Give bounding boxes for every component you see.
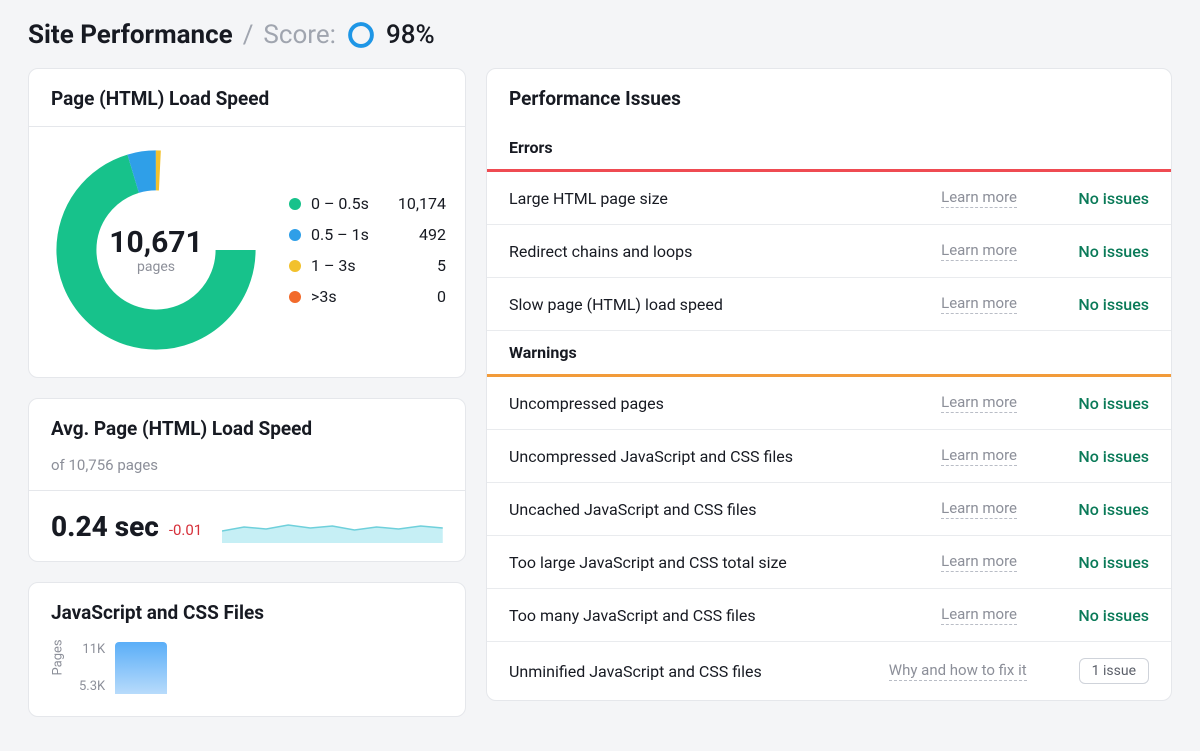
learn-more-link[interactable]: Learn more [941,605,1017,625]
card-jscss-title: JavaScript and CSS Files [51,601,443,624]
legend-label: 0.5 – 1s [311,225,386,244]
legend-value: 0 [396,287,446,306]
issue-name: Redirect chains and loops [509,242,929,261]
legend-label: 1 – 3s [311,256,386,275]
issue-row[interactable]: Large HTML page size Learn more No issue… [487,172,1171,225]
legend-value: 10,174 [396,194,446,213]
issue-name: Too many JavaScript and CSS files [509,606,929,625]
yaxis-tick: 11K [82,642,105,657]
score-ring-icon [346,20,376,50]
score-label: Score: [263,20,336,50]
legend-item[interactable]: >3s 0 [289,287,446,306]
issue-row[interactable]: Too large JavaScript and CSS total size … [487,536,1171,589]
breadcrumb-sep: / [243,20,254,50]
issue-status: No issues [1069,500,1149,519]
learn-more-link[interactable]: Learn more [941,241,1017,261]
legend-item[interactable]: 0 – 0.5s 10,174 [289,194,446,213]
donut-chart: 10,671 pages [51,145,261,355]
legend-item[interactable]: 1 – 3s 5 [289,256,446,275]
issue-row[interactable]: Uncompressed JavaScript and CSS files Le… [487,430,1171,483]
card-avg-title: Avg. Page (HTML) Load Speed [51,417,443,440]
why-fix-link[interactable]: Why and how to fix it [889,661,1027,681]
learn-more-link[interactable]: Learn more [941,188,1017,208]
issues-errors-heading: Errors [487,126,1171,172]
learn-more-link[interactable]: Learn more [941,499,1017,519]
issue-name: Uncompressed JavaScript and CSS files [509,447,929,466]
donut-total: 10,671 [109,226,202,259]
legend-dot-icon [289,198,301,210]
page-title: Site Performance [28,20,233,50]
issue-row[interactable]: Slow page (HTML) load speed Learn more N… [487,278,1171,331]
issue-status: No issues [1069,295,1149,314]
card-avg-load-speed: Avg. Page (HTML) Load Speed of 10,756 pa… [28,398,466,562]
page-header: Site Performance / Score: 98% [28,20,1172,50]
issue-name: Uncached JavaScript and CSS files [509,500,929,519]
issue-count-badge[interactable]: 1 issue [1079,658,1149,684]
card-issues-title: Performance Issues [509,87,1149,110]
card-performance-issues: Performance Issues Errors Large HTML pag… [486,68,1172,701]
issue-status: No issues [1069,394,1149,413]
learn-more-link[interactable]: Learn more [941,552,1017,572]
legend-label: >3s [311,287,386,306]
issue-name: Uncompressed pages [509,394,929,413]
card-load-speed-title: Page (HTML) Load Speed [51,87,443,110]
legend-label: 0 – 0.5s [311,194,386,213]
legend-value: 5 [396,256,446,275]
issue-row[interactable]: Uncached JavaScript and CSS files Learn … [487,483,1171,536]
issues-warnings-heading: Warnings [487,331,1171,377]
legend-dot-icon [289,260,301,272]
learn-more-link[interactable]: Learn more [941,393,1017,413]
issue-row[interactable]: Too many JavaScript and CSS files Learn … [487,589,1171,642]
issue-name: Unminified JavaScript and CSS files [509,662,877,681]
sparkline-chart [222,507,443,543]
yaxis-ticks: 11K 5.3K [79,642,105,694]
issue-status: No issues [1069,447,1149,466]
avg-subtitle: of 10,756 pages [29,444,465,490]
legend-value: 492 [396,225,446,244]
issue-name: Too large JavaScript and CSS total size [509,553,929,572]
issue-status: No issues [1069,189,1149,208]
issue-name: Slow page (HTML) load speed [509,295,929,314]
donut-legend: 0 – 0.5s 10,174 0.5 – 1s 492 1 – 3s 5 [289,194,446,306]
avg-delta: -0.01 [169,521,202,543]
card-jscss: JavaScript and CSS Files Pages 11K 5.3K [28,582,466,717]
legend-item[interactable]: 0.5 – 1s 492 [289,225,446,244]
issue-name: Large HTML page size [509,189,929,208]
issue-row[interactable]: Redirect chains and loops Learn more No … [487,225,1171,278]
legend-dot-icon [289,229,301,241]
issue-row[interactable]: Unminified JavaScript and CSS files Why … [487,642,1171,700]
issue-status: No issues [1069,242,1149,261]
donut-total-label: pages [137,259,175,275]
learn-more-link[interactable]: Learn more [941,446,1017,466]
yaxis-tick: 5.3K [79,679,105,694]
issue-row[interactable]: Uncompressed pages Learn more No issues [487,377,1171,430]
avg-value: 0.24 sec [51,510,159,543]
issue-status: No issues [1069,553,1149,572]
score-percent: 98% [386,20,435,50]
yaxis-label: Pages [51,661,66,675]
bar-chart-bar [115,642,167,694]
legend-dot-icon [289,291,301,303]
card-load-speed: Page (HTML) Load Speed 10,671 pages [28,68,466,378]
issue-status: No issues [1069,606,1149,625]
learn-more-link[interactable]: Learn more [941,294,1017,314]
